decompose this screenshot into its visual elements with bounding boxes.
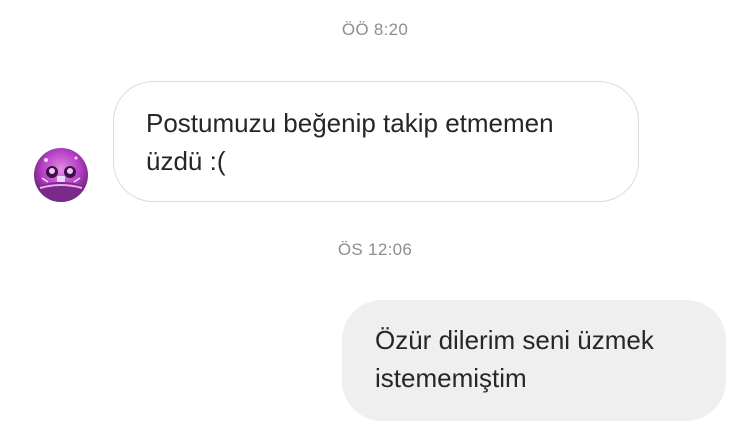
message-text: Postumuzu beğenip takip etmemen üzdü :( (146, 108, 554, 176)
message-timestamp: ÖÖ 8:20 (341, 20, 409, 39)
message-text: Özür dilerim seni üzmek istememiştim (375, 325, 654, 393)
avatar-image-icon (38, 156, 84, 202)
incoming-message-bubble[interactable]: Postumuzu beğenip takip etmemen üzdü :( (113, 81, 639, 202)
message-timestamp: ÖS 12:06 (337, 240, 413, 259)
contact-avatar[interactable] (34, 148, 88, 202)
outgoing-message-bubble[interactable]: Özür dilerim seni üzmek istememiştim (342, 300, 726, 421)
